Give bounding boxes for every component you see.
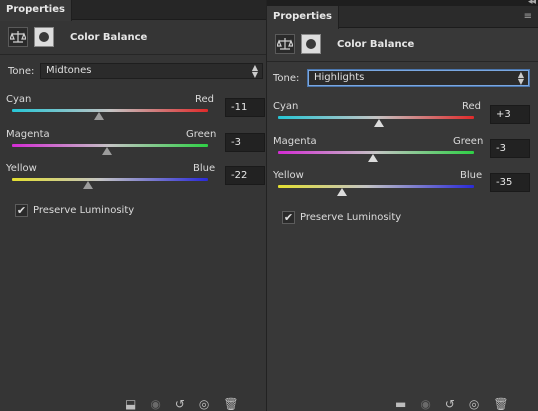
panel-title: Color Balance (70, 31, 148, 43)
preserve-luminosity-checkbox[interactable]: ✔ (15, 204, 28, 217)
yellow-blue-value-field[interactable]: -22 (225, 166, 265, 185)
preserve-luminosity-label: Preserve Luminosity (33, 205, 135, 216)
slider-right-label: Green (186, 129, 217, 140)
select-arrows-icon: ▲ ▼ (517, 70, 524, 86)
cyan-red-value-field[interactable]: -11 (225, 98, 265, 117)
yellow-blue-slider-track[interactable] (278, 185, 474, 188)
magenta-green-value-field[interactable]: -3 (225, 133, 265, 152)
panel-menu-icon[interactable]: ≡ (524, 11, 532, 22)
slider-left-label: Yellow (273, 170, 304, 181)
divider (267, 61, 538, 62)
preserve-luminosity-label: Preserve Luminosity (300, 212, 402, 223)
magenta-green-slider-thumb[interactable] (102, 147, 113, 155)
magenta-green-slider-thumb[interactable] (368, 154, 379, 162)
visibility-eye-icon[interactable]: ◎ (199, 397, 209, 411)
cyan-red-slider-thumb[interactable] (373, 119, 384, 127)
yellow-blue-slider-track[interactable] (12, 178, 208, 181)
clip-to-layer-icon[interactable]: ▬ (395, 397, 406, 411)
preserve-luminosity-checkbox[interactable]: ✔ (282, 211, 295, 224)
trash-icon[interactable]: 🗑 (493, 397, 508, 411)
tone-select-value: Midtones (46, 65, 92, 76)
panel-tabbar: Properties ≡ (267, 6, 538, 29)
color-balance-adjustment-icon[interactable] (275, 34, 295, 54)
slider-left-label: Magenta (6, 129, 50, 140)
tone-select-value: Highlights (314, 72, 365, 83)
panel-header: Color Balance (8, 26, 147, 48)
tone-label: Tone: (273, 73, 300, 84)
select-arrows-icon: ▲ ▼ (251, 63, 258, 79)
yellow-blue-slider-thumb[interactable] (83, 181, 94, 189)
properties-panel-left: Properties Color Balance Tone: Midtones … (0, 0, 274, 411)
slider-right-label: Blue (193, 163, 216, 174)
panel-footer: ⬓ ◉ ↺ ◎ 🗑 (125, 397, 239, 411)
tab-properties[interactable]: Properties (267, 6, 339, 29)
layer-mask-icon[interactable] (301, 34, 321, 54)
slider-left-label: Magenta (273, 136, 317, 147)
magenta-green-value-field[interactable]: -3 (490, 139, 530, 158)
panel-footer: ▬ ◉ ↺ ◎ 🗑 (395, 397, 509, 411)
slider-right-label: Red (195, 94, 214, 105)
properties-panel-right: ◂◂ Properties ≡ Color Balance Tone: High… (266, 0, 538, 411)
yellow-blue-value-field[interactable]: -35 (490, 173, 530, 192)
divider (0, 54, 274, 55)
tone-select[interactable]: Highlights ▲ ▼ (308, 70, 529, 86)
yellow-blue-slider-thumb[interactable] (336, 188, 347, 196)
cyan-red-slider-track[interactable] (12, 109, 208, 112)
tab-properties[interactable]: Properties (0, 0, 72, 21)
tone-label: Tone: (8, 66, 35, 77)
panel-header: Color Balance (275, 33, 414, 55)
reset-icon[interactable]: ↺ (175, 397, 185, 411)
panel-tabbar: Properties (0, 0, 274, 21)
trash-icon[interactable]: 🗑 (223, 397, 238, 411)
cyan-red-value-field[interactable]: +3 (490, 105, 530, 124)
visibility-eye-icon[interactable]: ◎ (469, 397, 479, 411)
clip-to-layer-icon[interactable]: ⬓ (125, 397, 136, 411)
slider-right-label: Blue (460, 170, 483, 181)
slider-right-label: Red (462, 101, 481, 112)
color-balance-adjustment-icon[interactable] (8, 27, 28, 47)
panel-title: Color Balance (337, 38, 415, 50)
view-previous-icon[interactable]: ◉ (150, 397, 160, 411)
cyan-red-slider-thumb[interactable] (94, 112, 105, 120)
layer-mask-icon[interactable] (34, 27, 54, 47)
slider-left-label: Cyan (6, 94, 32, 105)
slider-left-label: Cyan (273, 101, 299, 112)
tone-select[interactable]: Midtones ▲ ▼ (40, 63, 263, 79)
view-previous-icon[interactable]: ◉ (420, 397, 430, 411)
slider-left-label: Yellow (6, 163, 37, 174)
slider-right-label: Green (453, 136, 484, 147)
reset-icon[interactable]: ↺ (445, 397, 455, 411)
